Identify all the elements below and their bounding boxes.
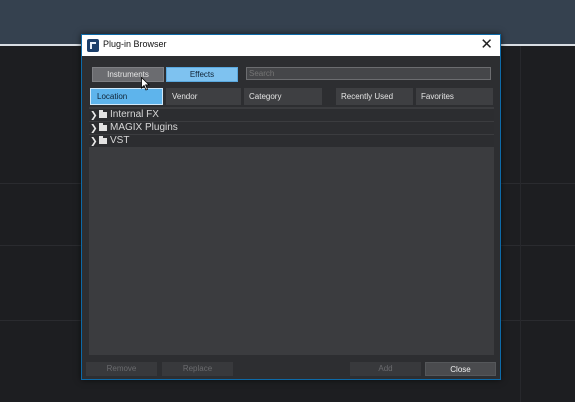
mouse-cursor-icon [141,77,150,91]
tab-category[interactable]: Category [244,88,322,105]
chevron-right-icon[interactable]: ❯ [90,109,98,121]
tab-location[interactable]: Location [90,88,163,105]
dialog-titlebar[interactable]: Plug-in Browser ✕ [82,35,500,56]
folder-icon [99,136,107,144]
close-icon[interactable]: ✕ [480,36,493,54]
add-button[interactable]: Add [350,362,421,376]
chevron-right-icon[interactable]: ❯ [90,122,98,134]
search-input[interactable] [246,67,491,80]
plugin-tree: ❯ Internal FX ❯ MAGIX Plugins ❯ VST [89,107,494,355]
replace-button[interactable]: Replace [162,362,233,376]
tree-item-internal-fx[interactable]: ❯ Internal FX [89,109,494,121]
chevron-right-icon[interactable]: ❯ [90,135,98,147]
dialog-title: Plug-in Browser [103,39,167,49]
tree-item-magix-plugins[interactable]: ❯ MAGIX Plugins [89,122,494,134]
tab-vendor[interactable]: Vendor [166,88,241,105]
instruments-button[interactable]: Instruments [92,67,164,82]
tab-favorites[interactable]: Favorites [416,88,493,105]
effects-button[interactable]: Effects [166,67,238,82]
tree-item-label: MAGIX Plugins [110,122,178,133]
folder-icon [99,110,107,118]
tree-item-label: Internal FX [110,109,159,120]
close-button[interactable]: Close [425,362,496,376]
tab-recently-used[interactable]: Recently Used [336,88,413,105]
app-logo-icon [87,39,99,52]
tree-item-vst[interactable]: ❯ VST [89,135,494,147]
tree-item-label: VST [110,135,130,146]
folder-icon [99,123,107,131]
background-gridline [520,46,521,402]
remove-button[interactable]: Remove [86,362,157,376]
